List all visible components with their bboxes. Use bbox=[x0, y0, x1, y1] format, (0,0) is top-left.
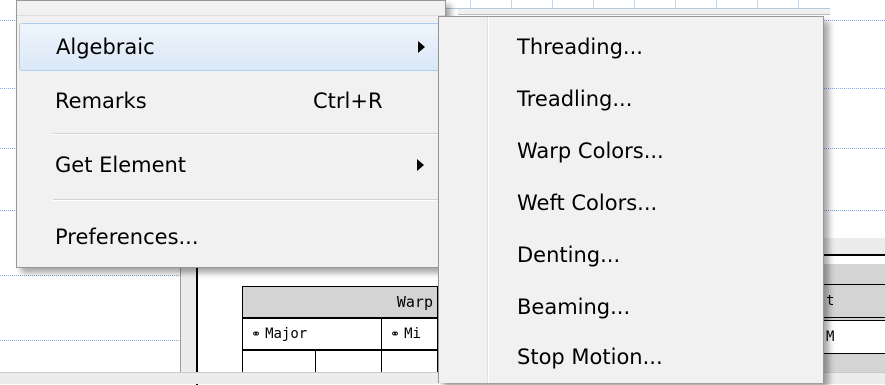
menu-item-label: Preferences... bbox=[55, 225, 199, 249]
menu-item-remarks[interactable]: Remarks Ctrl+R bbox=[19, 77, 443, 125]
menu-previous-items-edge bbox=[17, 1, 445, 16]
ruler bbox=[430, 0, 830, 9]
lock-icon[interactable]: ⚭ bbox=[390, 327, 400, 341]
menu-item-label: Get Element bbox=[55, 153, 187, 177]
menu-item-label: Remarks bbox=[55, 89, 147, 113]
submenu-item-label: Treadling... bbox=[517, 87, 633, 111]
major-column-header[interactable]: ⚭ Major bbox=[242, 318, 382, 350]
minor-column-label: Mi bbox=[404, 326, 421, 342]
submenu-arrow-icon bbox=[417, 159, 424, 171]
menu-item-shortcut: Ctrl+R bbox=[313, 89, 383, 113]
right-header-stub-label: t bbox=[826, 293, 835, 309]
submenu-item-warp-colors[interactable]: Warp Colors... bbox=[441, 129, 821, 173]
right-column-stub[interactable]: M bbox=[823, 320, 885, 354]
warp-header-label: Warp bbox=[396, 293, 433, 311]
submenu-item-beaming[interactable]: Beaming... bbox=[441, 285, 821, 329]
submenu-item-threading[interactable]: Threading... bbox=[441, 25, 821, 69]
submenu-item-label: Threading... bbox=[517, 35, 643, 59]
algebraic-submenu: Threading... Treadling... Warp Colors...… bbox=[438, 16, 824, 383]
submenu-item-label: Warp Colors... bbox=[517, 139, 664, 163]
menu-item-algebraic[interactable]: Algebraic bbox=[19, 23, 443, 71]
submenu-item-stop-motion[interactable]: Stop Motion... bbox=[441, 335, 821, 379]
context-menu: Algebraic Remarks Ctrl+R Get Element Pre… bbox=[16, 0, 446, 268]
menu-item-label: Algebraic bbox=[56, 35, 155, 59]
right-header-stub[interactable]: t bbox=[823, 284, 885, 318]
submenu-item-denting[interactable]: Denting... bbox=[441, 233, 821, 277]
menu-separator bbox=[53, 199, 441, 201]
submenu-item-label: Stop Motion... bbox=[517, 345, 663, 369]
submenu-arrow-icon bbox=[418, 41, 425, 53]
menu-separator bbox=[53, 133, 441, 135]
submenu-item-label: Weft Colors... bbox=[517, 191, 658, 215]
right-grid-strip: t M bbox=[822, 264, 885, 383]
menu-item-get-element[interactable]: Get Element bbox=[19, 141, 443, 189]
minor-column-header[interactable]: ⚭ Mi bbox=[381, 318, 438, 350]
menu-item-preferences[interactable]: Preferences... bbox=[19, 213, 443, 261]
lock-icon[interactable]: ⚭ bbox=[251, 327, 261, 341]
submenu-item-label: Beaming... bbox=[517, 295, 631, 319]
submenu-item-weft-colors[interactable]: Weft Colors... bbox=[441, 181, 821, 225]
right-column-stub-label: M bbox=[826, 329, 835, 345]
submenu-item-label: Denting... bbox=[517, 243, 621, 267]
warp-header[interactable]: Warp bbox=[242, 286, 438, 318]
submenu-item-treadling[interactable]: Treadling... bbox=[441, 77, 821, 121]
major-column-label: Major bbox=[265, 326, 308, 342]
